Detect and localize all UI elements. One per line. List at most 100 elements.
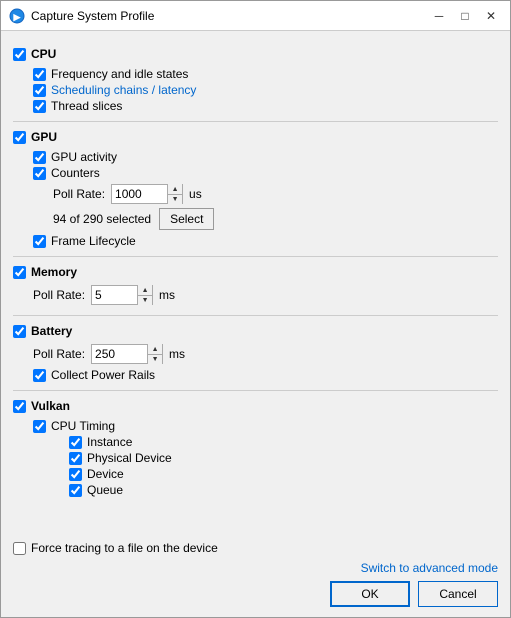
battery-poll-label: Poll Rate: [33,347,85,361]
footer-buttons: OK Cancel [13,581,498,607]
gpu-poll-down-button[interactable]: ▼ [168,194,182,204]
gpu-label: GPU [31,130,57,144]
instance-checkbox[interactable] [69,436,82,449]
main-content: CPU Frequency and idle states Scheduling… [1,31,510,533]
gpu-select-info: 94 of 290 selected [53,212,151,226]
battery-checkbox-row: Battery [13,324,72,338]
physical-device-row: Physical Device [69,451,498,465]
queue-row: Queue [69,483,498,497]
main-window: ▶ Capture System Profile ─ □ ✕ CPU Frequ… [0,0,511,618]
memory-header: Memory [13,263,498,281]
gpu-poll-section: Poll Rate: ▲ ▼ us 94 of 290 selected Se [33,184,498,230]
queue-label: Queue [87,483,123,497]
memory-checkbox[interactable] [13,266,26,279]
cpu-timing-checkbox[interactable] [33,420,46,433]
memory-poll-row: Poll Rate: ▲ ▼ ms [33,285,498,305]
memory-poll-down-button[interactable]: ▼ [138,295,152,305]
cpu-label: CPU [31,47,56,61]
force-tracing-row: Force tracing to a file on the device [13,541,498,555]
freq-label: Frequency and idle states [51,67,188,81]
app-icon: ▶ [9,8,25,24]
ok-button[interactable]: OK [330,581,410,607]
gpu-counters-checkbox[interactable] [33,167,46,180]
thread-checkbox[interactable] [33,100,46,113]
battery-section: Battery Poll Rate: ▲ ▼ ms [13,316,498,391]
memory-poll-spin-buttons: ▲ ▼ [137,285,152,305]
cpu-checkbox[interactable] [13,48,26,61]
memory-poll-up-button[interactable]: ▲ [138,285,152,295]
collect-power-label: Collect Power Rails [51,368,155,382]
battery-poll-up-button[interactable]: ▲ [148,344,162,354]
titlebar: ▶ Capture System Profile ─ □ ✕ [1,1,510,31]
gpu-select-row: 94 of 290 selected Select [53,208,498,230]
battery-header: Battery [13,322,498,340]
window-controls: ─ □ ✕ [428,5,502,27]
gpu-counters-label: Counters [51,166,100,180]
gpu-poll-up-button[interactable]: ▲ [168,184,182,194]
thread-row: Thread slices [33,99,498,113]
vulkan-checkbox[interactable] [13,400,26,413]
cpu-timing-items: Instance Physical Device Device Queue [33,435,498,497]
gpu-checkbox-row: GPU [13,130,57,144]
gpu-poll-label: Poll Rate: [53,187,105,201]
instance-label: Instance [87,435,132,449]
advanced-link-row: Switch to advanced mode [13,561,498,575]
cpu-header: CPU [13,45,498,63]
memory-poll-spinbox: ▲ ▼ [91,285,153,305]
gpu-poll-spinbox: ▲ ▼ [111,184,183,204]
gpu-counters-row: Counters [33,166,498,180]
gpu-items: GPU activity Counters Poll Rate: ▲ ▼ [13,150,498,248]
svg-text:▶: ▶ [13,12,22,22]
footer: Force tracing to a file on the device Sw… [1,533,510,617]
force-tracing-checkbox[interactable] [13,542,26,555]
gpu-poll-unit: us [189,187,202,201]
maximize-button[interactable]: □ [454,5,476,27]
memory-poll-input[interactable] [92,286,137,304]
sched-label: Scheduling chains / latency [51,83,196,97]
battery-label: Battery [31,324,72,338]
cancel-button[interactable]: Cancel [418,581,498,607]
freq-checkbox[interactable] [33,68,46,81]
force-tracing-label: Force tracing to a file on the device [31,541,218,555]
vulkan-items: CPU Timing Instance Physical Device Devi… [13,419,498,497]
physical-device-label: Physical Device [87,451,172,465]
vulkan-section: Vulkan CPU Timing Instance Physical Devi… [13,391,498,505]
frame-lifecycle-row: Frame Lifecycle [33,234,498,248]
gpu-activity-checkbox[interactable] [33,151,46,164]
device-checkbox[interactable] [69,468,82,481]
battery-checkbox[interactable] [13,325,26,338]
gpu-poll-input[interactable] [112,185,167,203]
physical-device-checkbox[interactable] [69,452,82,465]
battery-poll-row: Poll Rate: ▲ ▼ ms [33,344,498,364]
memory-section: Memory Poll Rate: ▲ ▼ ms [13,257,498,316]
frame-lifecycle-checkbox[interactable] [33,235,46,248]
memory-items: Poll Rate: ▲ ▼ ms [13,285,498,305]
memory-label: Memory [31,265,77,279]
minimize-button[interactable]: ─ [428,5,450,27]
thread-label: Thread slices [51,99,122,113]
window-title: Capture System Profile [31,9,428,23]
gpu-select-button[interactable]: Select [159,208,214,230]
vulkan-checkbox-row: Vulkan [13,399,70,413]
queue-checkbox[interactable] [69,484,82,497]
gpu-section: GPU GPU activity Counters Poll Rate: [13,122,498,257]
frame-lifecycle-label: Frame Lifecycle [51,234,136,248]
collect-power-row: Collect Power Rails [33,368,498,382]
memory-checkbox-row: Memory [13,265,77,279]
battery-poll-unit: ms [169,347,185,361]
collect-power-checkbox[interactable] [33,369,46,382]
battery-items: Poll Rate: ▲ ▼ ms Collect Power Rails [13,344,498,382]
cpu-timing-row: CPU Timing [33,419,498,433]
cpu-timing-label: CPU Timing [51,419,115,433]
gpu-checkbox[interactable] [13,131,26,144]
battery-poll-input[interactable] [92,345,147,363]
battery-poll-down-button[interactable]: ▼ [148,354,162,364]
instance-row: Instance [69,435,498,449]
sched-checkbox[interactable] [33,84,46,97]
device-row: Device [69,467,498,481]
advanced-mode-link[interactable]: Switch to advanced mode [361,561,498,575]
gpu-poll-spin-buttons: ▲ ▼ [167,184,182,204]
gpu-header: GPU [13,128,498,146]
close-button[interactable]: ✕ [480,5,502,27]
freq-row: Frequency and idle states [33,67,498,81]
